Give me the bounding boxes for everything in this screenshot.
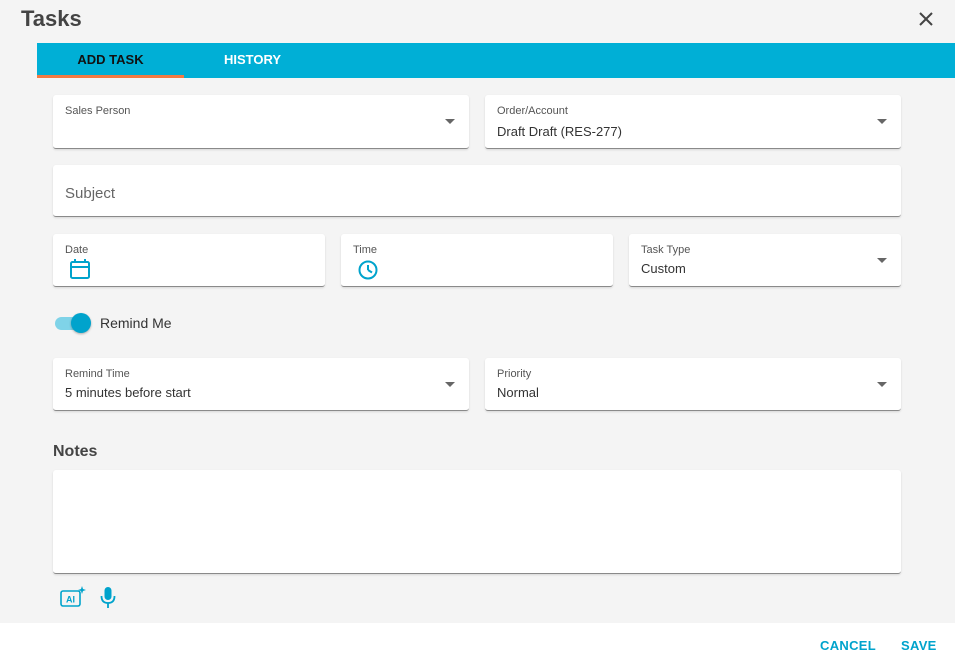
time-label: Time bbox=[353, 244, 378, 256]
priority-select[interactable]: Priority Normal bbox=[485, 358, 901, 411]
chevron-down-icon bbox=[445, 119, 455, 124]
tab-add-task[interactable]: ADD TASK bbox=[37, 43, 184, 78]
save-button[interactable]: SAVE bbox=[901, 638, 937, 653]
chevron-down-icon bbox=[877, 258, 887, 263]
order-account-label: Order/Account bbox=[497, 105, 568, 117]
task-type-label: Task Type bbox=[641, 244, 691, 256]
sales-person-select[interactable]: Sales Person bbox=[53, 95, 469, 149]
sales-person-label: Sales Person bbox=[65, 105, 131, 117]
ai-assist-icon[interactable]: AI bbox=[60, 585, 87, 609]
subject-input[interactable]: Subject bbox=[53, 165, 901, 217]
priority-value: Normal bbox=[497, 385, 539, 400]
tab-history[interactable]: HISTORY bbox=[184, 43, 321, 78]
dialog-title: Tasks bbox=[21, 6, 82, 31]
notes-textarea[interactable] bbox=[53, 470, 901, 574]
chevron-down-icon bbox=[877, 119, 887, 124]
date-field[interactable]: Date bbox=[53, 234, 325, 287]
task-type-value: Custom bbox=[641, 261, 686, 276]
dialog-header: Tasks bbox=[0, 0, 955, 43]
chevron-down-icon bbox=[877, 382, 887, 387]
time-field[interactable]: Time bbox=[341, 234, 613, 287]
toggle-knob bbox=[71, 313, 91, 333]
clock-icon[interactable] bbox=[357, 259, 379, 281]
remind-time-label: Remind Time bbox=[65, 368, 130, 380]
chevron-down-icon bbox=[445, 382, 455, 387]
priority-label: Priority bbox=[497, 368, 532, 380]
remind-me-label: Remind Me bbox=[100, 315, 172, 331]
tab-bar: ADD TASK HISTORY bbox=[37, 43, 955, 78]
order-account-value: Draft Draft (RES-277) bbox=[497, 124, 622, 139]
order-account-select[interactable]: Order/Account Draft Draft (RES-277) bbox=[485, 95, 901, 149]
close-icon[interactable] bbox=[915, 8, 937, 30]
notes-heading: Notes bbox=[53, 443, 98, 460]
subject-placeholder: Subject bbox=[65, 185, 116, 202]
ai-icon-label: AI bbox=[66, 595, 75, 605]
remind-time-select[interactable]: Remind Time 5 minutes before start bbox=[53, 358, 469, 411]
task-type-select[interactable]: Task Type Custom bbox=[629, 234, 901, 287]
dialog-footer: CANCEL SAVE bbox=[0, 623, 955, 667]
date-label: Date bbox=[65, 244, 89, 256]
remind-time-value: 5 minutes before start bbox=[65, 385, 191, 400]
remind-me-toggle[interactable] bbox=[53, 313, 91, 333]
calendar-icon[interactable] bbox=[69, 258, 91, 280]
cancel-button[interactable]: CANCEL bbox=[820, 638, 876, 653]
microphone-icon[interactable] bbox=[99, 586, 117, 610]
